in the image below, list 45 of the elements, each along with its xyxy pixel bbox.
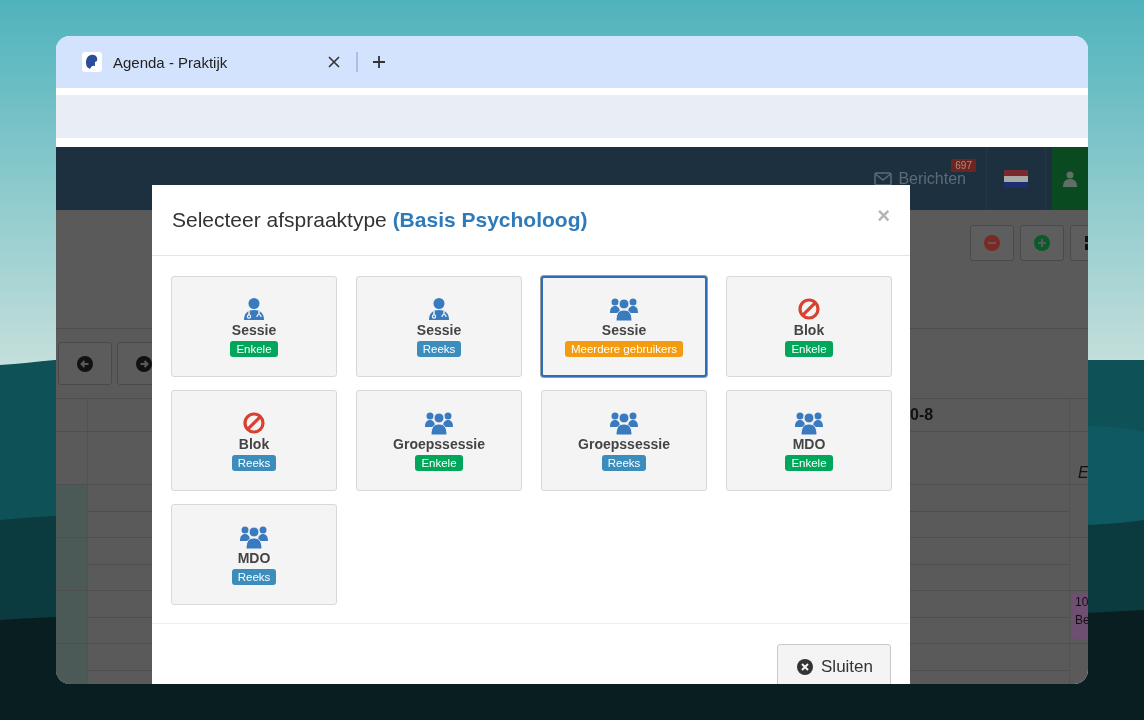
- type-tag: Reeks: [416, 341, 462, 357]
- type-tag: Reeks: [231, 455, 277, 471]
- appointment-type-card[interactable]: Groepssessie Reeks: [541, 390, 707, 491]
- arrow-left-icon: [77, 355, 93, 372]
- plus-circle-icon: [1034, 234, 1050, 251]
- dialog-title: Selecteer afspraaktype (Basis Psycholoog): [172, 208, 588, 232]
- type-tag: Enkele: [785, 341, 833, 357]
- mail-icon: [874, 171, 893, 186]
- user-button[interactable]: [1052, 147, 1088, 210]
- group-icon: [240, 525, 268, 549]
- count-badge: 697: [951, 159, 976, 172]
- appointment-type-card[interactable]: Blok Enkele: [726, 276, 892, 377]
- minus-circle-icon: [984, 234, 1000, 251]
- group-icon: [795, 411, 823, 435]
- type-tag: Meerdere gebruikers: [564, 341, 684, 357]
- arrow-right-icon: [136, 355, 152, 372]
- appointment-type-card[interactable]: Groepssessie Enkele: [356, 390, 522, 491]
- prohibited-icon: [243, 411, 265, 435]
- user-icon: [1063, 170, 1077, 187]
- close-circle-icon: [797, 659, 813, 675]
- type-tag: Enkele: [415, 455, 463, 471]
- doctor-icon: [429, 297, 449, 321]
- group-icon: [425, 411, 453, 435]
- prohibited-icon: [798, 297, 820, 321]
- doctor-icon: [244, 297, 264, 321]
- day-heading: 0-8: [910, 406, 934, 424]
- app-logo-icon: [82, 52, 102, 72]
- close-icon[interactable]: [328, 56, 340, 68]
- close-button[interactable]: Sluiten: [777, 644, 891, 684]
- group-icon: [610, 297, 638, 321]
- appointment-type-card[interactable]: MDO Reeks: [171, 504, 337, 605]
- appointment-type-card[interactable]: Sessie Reeks: [356, 276, 522, 377]
- type-tag: Reeks: [601, 455, 647, 471]
- type-tag: Enkele: [785, 455, 833, 471]
- group-icon: [610, 411, 638, 435]
- appointment-type-card[interactable]: Blok Reeks: [171, 390, 337, 491]
- appointment-type-card[interactable]: MDO Enkele: [726, 390, 892, 491]
- flag-icon[interactable]: [1004, 169, 1028, 188]
- new-tab-icon[interactable]: [372, 55, 386, 69]
- appointment-type-card[interactable]: Sessie Meerdere gebruikers: [541, 276, 707, 377]
- type-tag: Enkele: [230, 341, 278, 357]
- previous-button[interactable]: [58, 342, 112, 385]
- calendar-text: E: [1078, 464, 1088, 482]
- type-tag: Reeks: [231, 569, 277, 585]
- appointment-type-card[interactable]: Sessie Enkele: [171, 276, 337, 377]
